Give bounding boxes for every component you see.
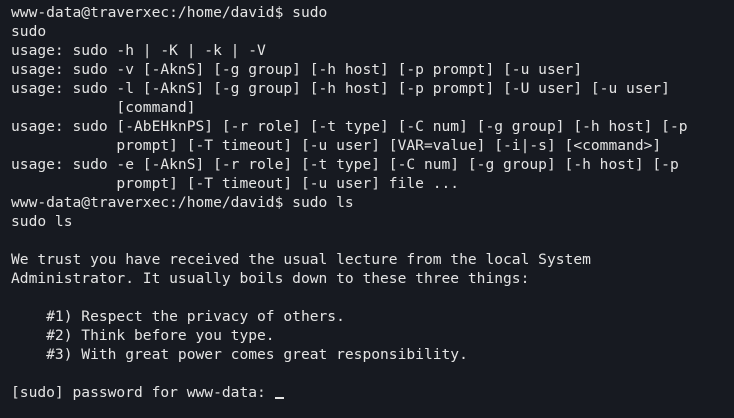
terminal-line: usage: sudo [-AbEHknPS] [-r role] [-t ty… <box>11 118 688 135</box>
password-prompt: [sudo] password for www-data: <box>11 384 275 401</box>
terminal-line: #2) Think before you type. <box>11 327 275 344</box>
terminal-line: www-data@traverxec:/home/david$ sudo ls <box>11 194 354 211</box>
terminal-line: prompt] [-T timeout] [-u user] file ... <box>11 175 460 192</box>
terminal-line: sudo <box>11 23 47 40</box>
terminal-cursor <box>274 397 284 399</box>
terminal-line: usage: sudo -e [-AknS] [-r role] [-t typ… <box>11 156 679 173</box>
password-prompt-line[interactable]: [sudo] password for www-data: <box>11 383 734 402</box>
terminal-line: [command] <box>11 99 196 116</box>
terminal-window[interactable]: www-data@traverxec:/home/david$ sudo sud… <box>0 0 734 418</box>
terminal-line: usage: sudo -v [-AknS] [-g group] [-h ho… <box>11 61 583 78</box>
terminal-line: #1) Respect the privacy of others. <box>11 308 345 325</box>
terminal-line: usage: sudo -h | -K | -k | -V <box>11 42 266 59</box>
terminal-line: usage: sudo -l [-AknS] [-g group] [-h ho… <box>11 80 670 97</box>
terminal-line: #3) With great power comes great respons… <box>11 346 468 363</box>
terminal-line: We trust you have received the usual lec… <box>11 251 591 268</box>
terminal-line: www-data@traverxec:/home/david$ sudo <box>11 4 328 21</box>
terminal-line: prompt] [-T timeout] [-u user] [VAR=valu… <box>11 137 662 154</box>
terminal-line: Administrator. It usually boils down to … <box>11 270 530 287</box>
terminal-line: sudo ls <box>11 213 73 230</box>
